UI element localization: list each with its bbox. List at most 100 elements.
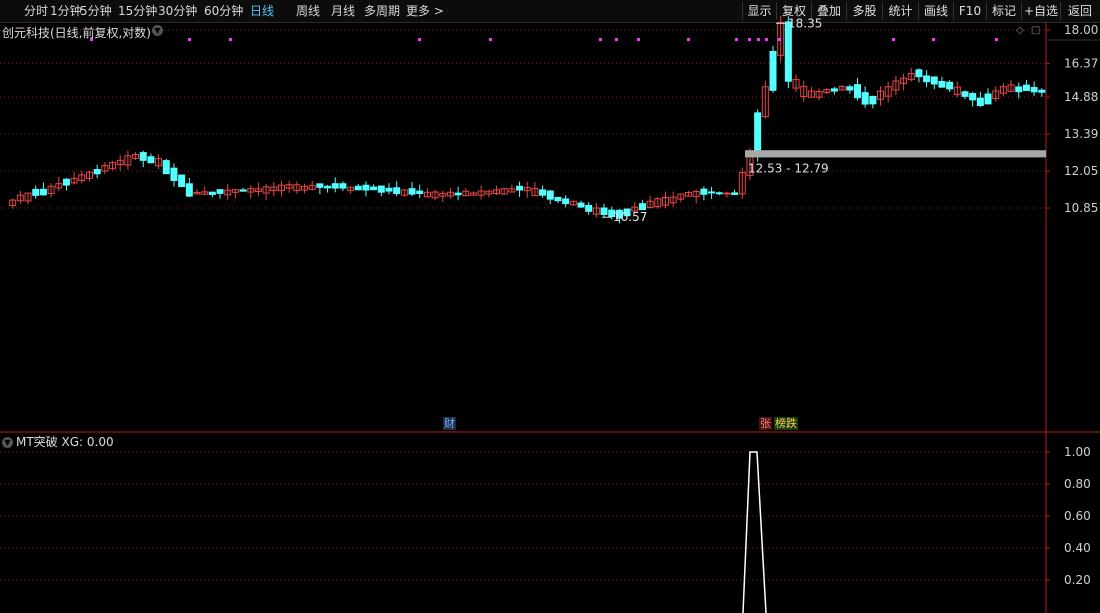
candle-body	[861, 92, 869, 105]
candle-body	[984, 93, 992, 105]
indicator-label: 0.60	[1064, 509, 1091, 523]
candle-body	[316, 183, 324, 188]
candle-body	[938, 80, 946, 88]
candle-body	[178, 174, 186, 188]
candle-body	[162, 160, 170, 175]
candle-body	[385, 187, 393, 192]
candle-body	[930, 76, 938, 85]
candle-body	[93, 168, 101, 175]
limit-up-tag[interactable]: 张	[759, 417, 772, 430]
candle-body	[577, 202, 585, 208]
signal-marker	[735, 38, 738, 41]
dragon-tiger-tag[interactable]: 榜跌	[774, 417, 798, 430]
signal-marker	[995, 38, 998, 41]
candle-body	[700, 188, 708, 195]
signal-marker	[418, 38, 421, 41]
signal-marker	[637, 38, 640, 41]
candle-body	[731, 192, 739, 195]
indicator-title-text: MT突破 XG: 0.00	[16, 435, 114, 449]
candle-body	[769, 50, 777, 91]
candle-body	[239, 189, 247, 192]
zone-label: 12.53 - 12.79	[748, 161, 829, 175]
candle-body	[585, 204, 593, 212]
candle-body	[546, 190, 554, 200]
indicator-label: 0.80	[1064, 477, 1091, 491]
candle-body	[554, 196, 562, 202]
signal-marker	[778, 38, 781, 41]
candle-body	[416, 190, 424, 195]
price-label: 14.88	[1064, 90, 1098, 104]
signal-marker	[615, 38, 618, 41]
candle-body	[331, 183, 339, 189]
chart-title: 创元科技(日线,前复权,对数)	[2, 26, 151, 40]
candle-body	[362, 184, 370, 191]
diamond-icon[interactable]: ◇	[1016, 25, 1024, 36]
candle-body	[961, 91, 969, 97]
candle-body	[969, 93, 977, 101]
candle-body	[339, 183, 347, 189]
signal-marker	[599, 38, 602, 41]
candle-body	[723, 192, 731, 195]
candle-body	[454, 192, 462, 196]
candle-body	[784, 21, 792, 82]
candle-body	[869, 95, 877, 105]
candle-body	[354, 185, 362, 191]
price-label: 13.39	[1064, 127, 1098, 141]
price-label: 10.85	[1064, 201, 1098, 215]
signal-marker	[892, 38, 895, 41]
candle-body	[32, 188, 40, 196]
price-label: 12.05	[1064, 164, 1098, 178]
price-label: 18.00	[1064, 23, 1098, 37]
indicator-chevron-icon[interactable]: ▼	[2, 437, 13, 448]
candle-body	[830, 88, 838, 92]
candle-body	[516, 185, 524, 191]
candle-body	[600, 207, 608, 215]
indicator-signal	[742, 451, 767, 613]
candle-body	[1015, 86, 1023, 93]
candle-body	[370, 186, 378, 191]
indicator-title: ▼ MT突破 XG: 0.00	[2, 433, 114, 450]
candle-body	[539, 189, 547, 196]
candle-body	[139, 152, 147, 161]
candle-body	[846, 86, 854, 91]
signal-marker	[932, 38, 935, 41]
indicator-label: 0.20	[1064, 573, 1091, 587]
candle-body	[638, 203, 646, 211]
candle-body	[408, 188, 416, 195]
indicator-label: 1.00	[1064, 445, 1091, 459]
chevron-down-icon[interactable]: ▼	[152, 25, 163, 36]
candle-body	[185, 183, 193, 197]
signal-marker	[489, 38, 492, 41]
signal-marker	[188, 38, 191, 41]
signal-marker	[757, 38, 760, 41]
candle-body	[39, 188, 47, 196]
finance-tag[interactable]: 财	[443, 417, 456, 430]
candle-body	[1030, 87, 1038, 93]
indicator-label: 0.40	[1064, 541, 1091, 555]
candle-body	[170, 167, 178, 181]
candle-body	[393, 187, 401, 195]
candle-body	[923, 75, 931, 83]
high-label: 18.35	[788, 16, 822, 30]
signal-marker	[687, 38, 690, 41]
signal-marker	[229, 38, 232, 41]
kline-chart: 18.00 16.37 14.88 13.39 12.05 10.85 1.00 0.80 0.…	[0, 15, 1100, 613]
signal-marker	[748, 38, 751, 41]
candle-body	[976, 97, 984, 107]
candle-body	[946, 81, 954, 90]
price-label: 16.37	[1064, 56, 1098, 70]
candle-body	[1038, 89, 1046, 93]
candle-body	[324, 185, 332, 189]
candle-body	[562, 198, 570, 205]
candle-body	[208, 191, 216, 195]
candle-body	[715, 192, 723, 195]
candle-body	[1022, 84, 1030, 91]
candle-body	[147, 156, 155, 164]
low-label: 10.57	[613, 210, 647, 224]
candle-body	[754, 112, 762, 157]
candle-body	[853, 84, 861, 99]
maximize-icon[interactable]: □	[1031, 25, 1040, 36]
candle-body	[915, 69, 923, 78]
candle-body	[377, 185, 385, 193]
price-zone	[745, 150, 1046, 158]
